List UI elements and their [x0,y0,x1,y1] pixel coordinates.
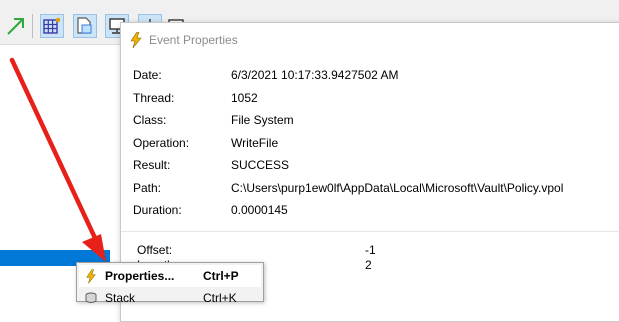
detail-key: Offset: [137,243,173,257]
property-key: Operation: [133,136,190,150]
lightning-icon [83,268,99,284]
registry-grid-icon[interactable] [40,14,64,38]
menu-item-shortcut: Ctrl+K [203,291,237,305]
menu-item-label: Properties... [105,269,175,283]
menu-item-label: Stack [105,291,136,305]
filesystem-icon[interactable] [73,14,97,38]
property-key: Thread: [133,91,175,105]
toolbar-separator [32,14,33,38]
property-key: Duration: [133,203,182,217]
lightning-icon [129,31,143,49]
detail-value: -1 [365,243,376,257]
popup-title-bar: Event Properties [121,23,619,57]
property-key: Date: [133,68,162,82]
popup-title: Event Properties [149,33,238,47]
menu-item-shortcut: Ctrl+P [203,269,239,283]
menu-item-properties[interactable]: Properties... Ctrl+P [79,265,261,287]
stack-icon [83,290,99,306]
property-value: File System [231,113,294,127]
property-value: WriteFile [231,136,279,150]
property-value: 0.0000145 [231,203,288,217]
property-value: C:\Users\purp1ew0lf\AppData\Local\Micros… [231,181,564,195]
green-arrow-icon[interactable] [4,14,28,38]
property-key: Path: [133,181,162,195]
context-menu: Properties... Ctrl+P Stack Ctrl+K [76,262,264,305]
property-value: 1052 [231,91,258,105]
popup-divider [121,231,619,232]
property-key: Result: [133,158,171,172]
property-value: 6/3/2021 10:17:33.9427502 AM [231,68,399,82]
menu-item-stack[interactable]: Stack Ctrl+K [79,287,261,309]
property-key: Class: [133,113,167,127]
detail-value: 2 [365,258,372,272]
property-value: SUCCESS [231,158,290,172]
